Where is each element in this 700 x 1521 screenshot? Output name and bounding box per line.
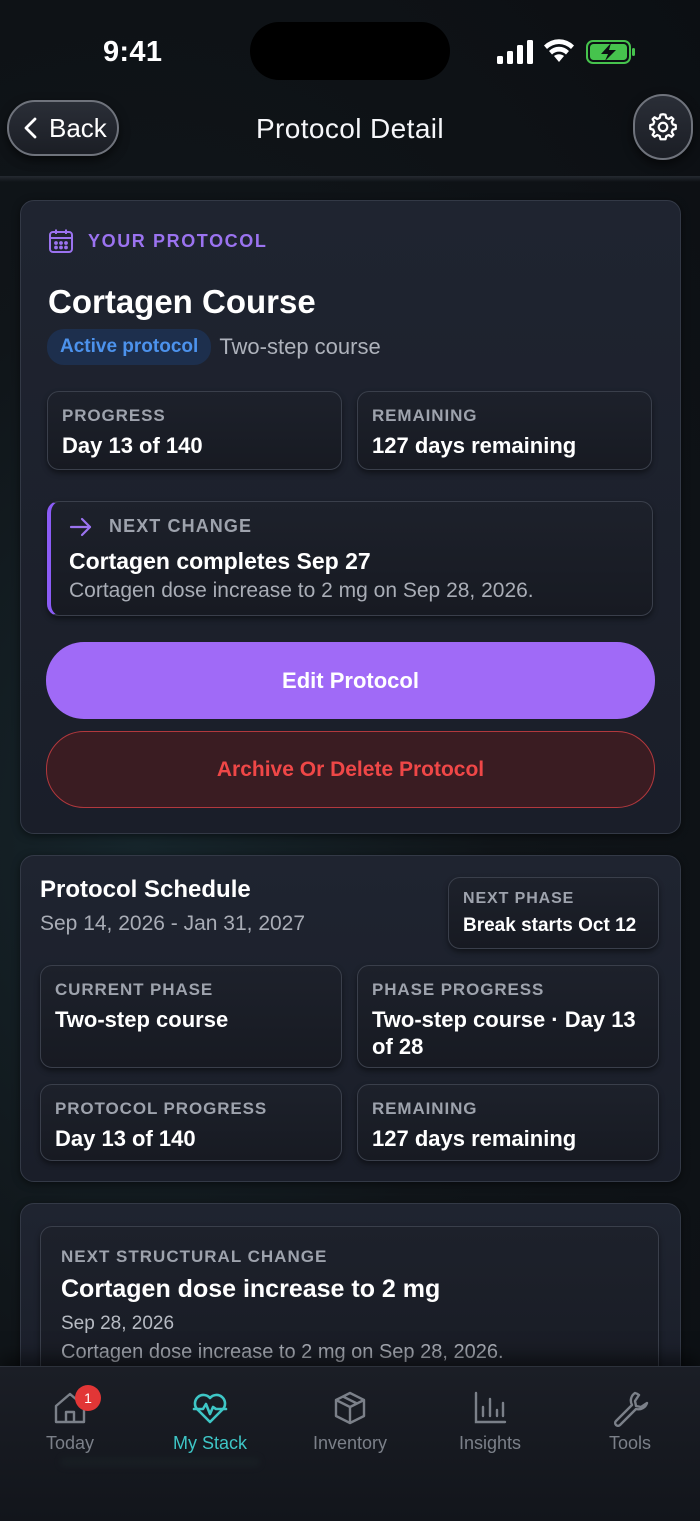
structural-change-description: Cortagen dose increase to 2 mg on Sep 28…: [61, 1341, 504, 1363]
tab-inventory[interactable]: Inventory: [280, 1389, 420, 1454]
heart-pulse-icon: [192, 1393, 228, 1424]
tab-my-stack[interactable]: My Stack: [140, 1389, 280, 1454]
tab-label: Today: [45, 1433, 95, 1453]
status-badge: Active protocol: [47, 329, 212, 365]
structural-change-title: Cortagen dose increase to 2 mg: [61, 1275, 441, 1303]
status-time: 9:41: [103, 36, 163, 68]
box-icon: [334, 1391, 366, 1425]
protocol-card: YOUR PROTOCOL Cortagen Course Active pro…: [20, 200, 681, 834]
next-change-title: Cortagen completes Sep 27: [69, 548, 371, 574]
wifi-icon: [544, 39, 574, 62]
structural-change-label: NEXT STRUCTURAL CHANGE: [61, 1247, 328, 1266]
page-title: Protocol Detail: [255, 113, 445, 144]
settings-button[interactable]: [633, 94, 693, 160]
cellular-signal-icon: [497, 40, 533, 64]
schedule-dates: Sep 14, 2026 - Jan 31, 2027: [40, 912, 306, 935]
stat-value: Break starts Oct 12: [463, 915, 637, 936]
tab-label: Tools: [608, 1433, 652, 1453]
protocol-name: Cortagen Course: [48, 283, 316, 320]
stat-label: CURRENT PHASE: [55, 980, 214, 999]
next-change-header: NEXT CHANGE: [69, 516, 252, 537]
next-phase-chip: NEXT PHASE Break starts Oct 12: [448, 877, 659, 949]
stat-value: 127 days remaining: [372, 433, 577, 458]
next-change-box: NEXT CHANGE Cortagen completes Sep 27 Co…: [47, 501, 653, 616]
phase-progress-stat: PHASE PROGRESS Two-step course · Day 13 …: [357, 965, 659, 1068]
bottom-tab-bar: 1 Today My Stack Inventory Insights Tool…: [0, 1366, 700, 1521]
notification-badge: 1: [75, 1385, 101, 1411]
tab-today[interactable]: 1 Today: [0, 1385, 140, 1454]
stat-value: Day 13 of 140: [55, 1126, 196, 1151]
stat-value: 127 days remaining: [372, 1126, 577, 1151]
schedule-remaining-stat: REMAINING 127 days remaining: [357, 1084, 659, 1161]
stat-label: PHASE PROGRESS: [372, 980, 545, 999]
protocol-schedule-card: Protocol Schedule Sep 14, 2026 - Jan 31,…: [20, 855, 681, 1182]
stat-value: Two-step course · Day 13 of 28: [372, 1007, 636, 1059]
stat-label: PROTOCOL PROGRESS: [55, 1099, 268, 1118]
section-label: YOUR PROTOCOL: [88, 230, 268, 251]
course-type: Two-step course: [219, 334, 381, 359]
stat-label: PROGRESS: [62, 406, 166, 425]
schedule-title: Protocol Schedule: [40, 876, 251, 903]
stat-value: Two-step course: [55, 1007, 229, 1032]
archive-or-delete-button[interactable]: Archive Or Delete Protocol: [46, 731, 655, 808]
arrow-right-icon: [69, 517, 92, 536]
stat-value: Day 13 of 140: [62, 433, 203, 458]
tab-label: My Stack: [172, 1433, 247, 1453]
stat-label: REMAINING: [372, 1099, 478, 1118]
bar-chart-icon: [474, 1391, 507, 1424]
top-navigation-header: Back Protocol Detail: [0, 94, 700, 180]
home-indicator: [60, 1457, 260, 1467]
stat-label: NEXT PHASE: [463, 890, 575, 907]
tab-label: Insights: [458, 1433, 522, 1453]
tab-insights[interactable]: Insights: [420, 1389, 560, 1454]
tab-label: Inventory: [312, 1433, 388, 1453]
battery-charging-icon: [586, 40, 635, 64]
wrench-icon: [613, 1391, 649, 1427]
structural-change-date: Sep 28, 2026: [61, 1313, 175, 1334]
next-change-label: NEXT CHANGE: [109, 516, 253, 536]
protocol-progress-stat: PROTOCOL PROGRESS Day 13 of 140: [40, 1084, 342, 1161]
edit-protocol-button[interactable]: Edit Protocol: [46, 642, 655, 719]
protocol-section-header: YOUR PROTOCOL: [48, 228, 267, 254]
remaining-stat: REMAINING 127 days remaining: [357, 391, 652, 470]
tab-tools[interactable]: Tools: [560, 1389, 700, 1454]
gear-icon: [649, 113, 677, 141]
protocol-badge-row: Active protocol Two-step course: [47, 329, 381, 365]
dynamic-island: [250, 22, 450, 80]
current-phase-stat: CURRENT PHASE Two-step course: [40, 965, 342, 1068]
calendar-icon: [49, 229, 73, 253]
progress-stat: PROGRESS Day 13 of 140: [47, 391, 342, 470]
header-divider: [0, 176, 700, 182]
status-bar: 9:41: [0, 0, 700, 100]
next-change-description: Cortagen dose increase to 2 mg on Sep 28…: [69, 579, 534, 602]
stat-label: REMAINING: [372, 406, 478, 425]
